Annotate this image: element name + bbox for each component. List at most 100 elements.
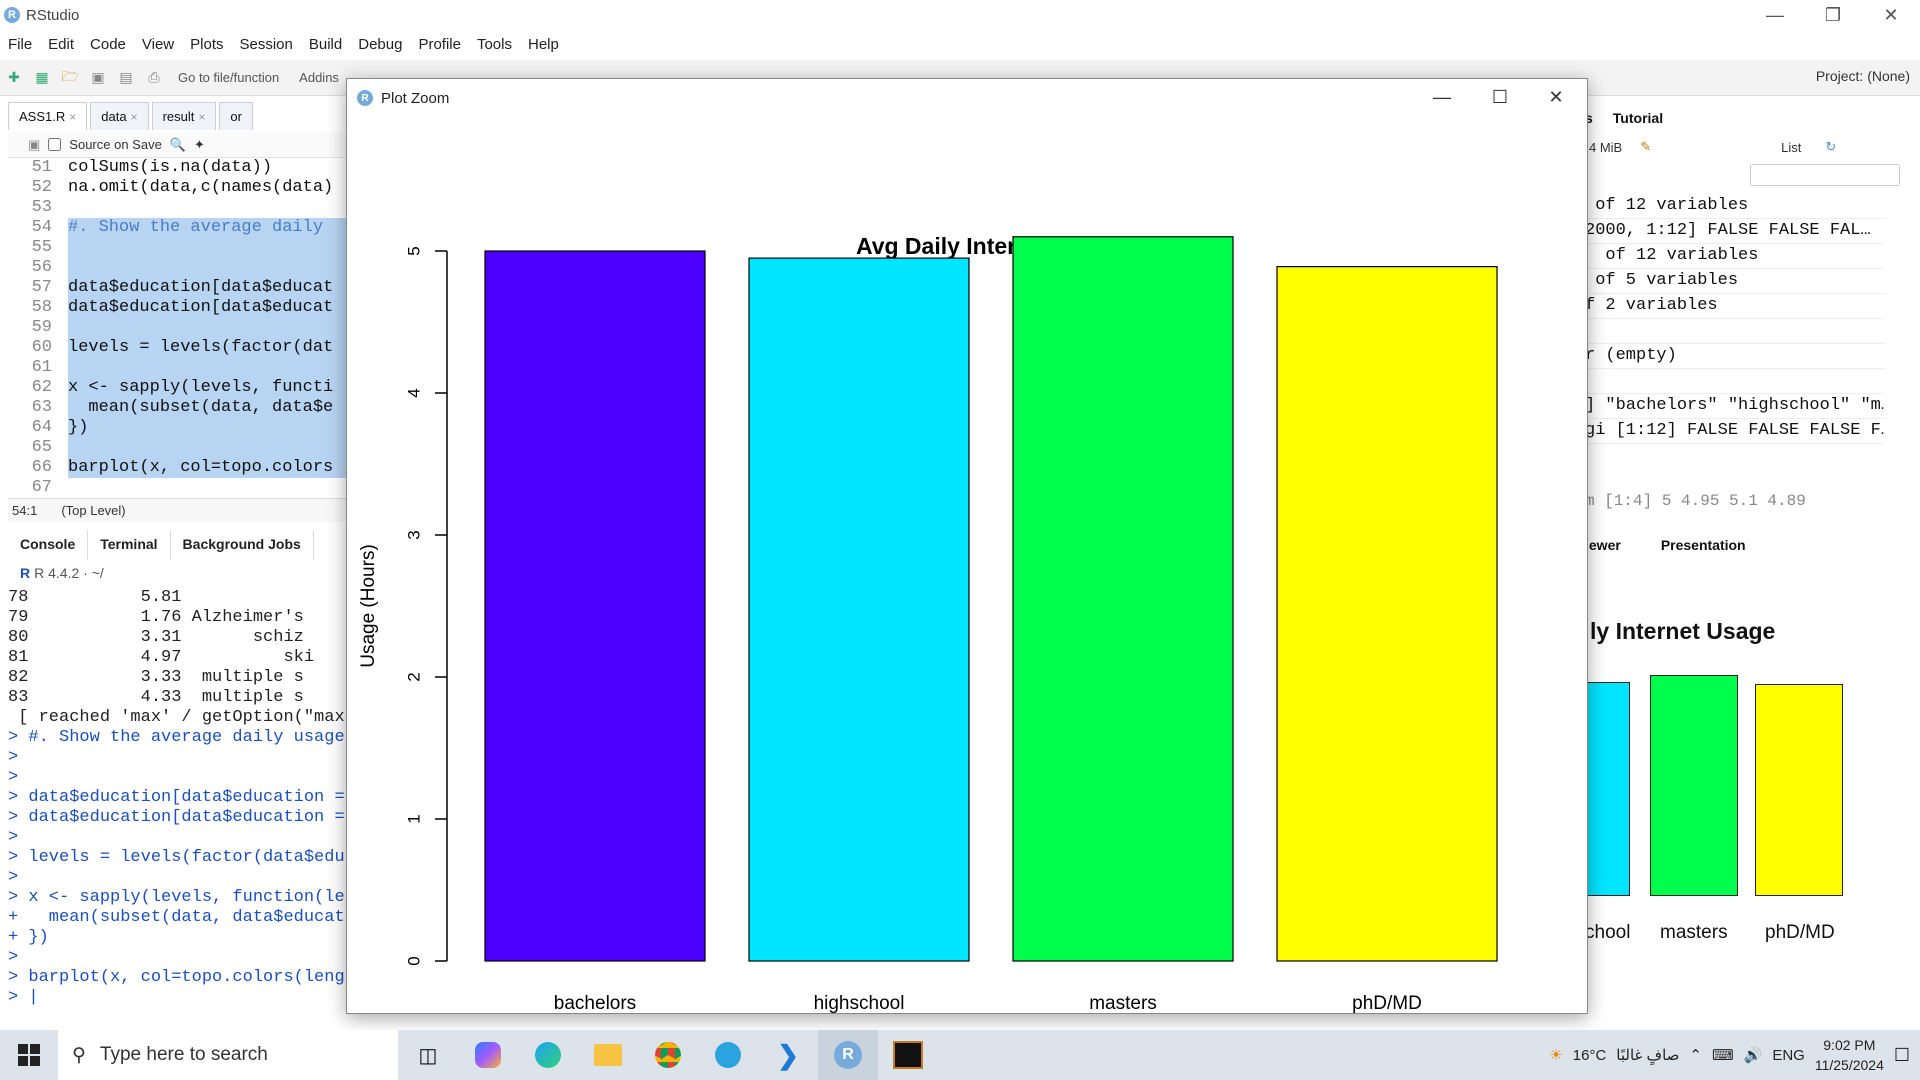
code-line[interactable]: 62 x <- sapply(levels, functi	[8, 378, 348, 398]
tab-viewer[interactable]: iewer	[1585, 537, 1621, 553]
close-tab-icon[interactable]: ×	[131, 110, 138, 124]
close-button[interactable]: ✕	[1531, 83, 1581, 111]
menu-session[interactable]: Session	[232, 36, 301, 53]
code-line[interactable]: 61	[8, 358, 348, 378]
environment-row[interactable]: of 5 variables	[1585, 269, 1885, 294]
tab-result[interactable]: result ×	[151, 102, 217, 130]
copilot-icon[interactable]	[458, 1030, 518, 1080]
vscode-icon[interactable]: ❯	[758, 1030, 818, 1080]
refresh-icon[interactable]: ↻	[1825, 139, 1836, 155]
clock[interactable]: 9:02 PM 11/25/2024	[1815, 1035, 1884, 1075]
code-line[interactable]: 66 barplot(x, col=topo.colors	[8, 458, 348, 478]
environment-row[interactable]: r (empty)	[1585, 344, 1885, 369]
memory-usage[interactable]: 4 MiB	[1589, 140, 1622, 155]
tab-ass1-r[interactable]: ASS1.R ×	[8, 102, 88, 130]
volume-icon[interactable]: 🔊	[1744, 1046, 1763, 1064]
code-line[interactable]: 65	[8, 438, 348, 458]
tab-terminal[interactable]: Terminal	[88, 530, 171, 560]
menu-help[interactable]: Help	[520, 36, 567, 53]
environment-row[interactable]: of 12 variables	[1585, 194, 1885, 219]
save-file-icon[interactable]: ▣	[28, 137, 40, 153]
code-line[interactable]: 52 na.omit(data,c(names(data)	[8, 178, 348, 198]
save-all-icon[interactable]: ▤	[116, 69, 136, 87]
code-line[interactable]: 59	[8, 318, 348, 338]
taskbar: ⚲ Type here to search ◫ ❯ R ☀ 16°C صافٍ …	[0, 1030, 1920, 1080]
code-line[interactable]: 56	[8, 258, 348, 278]
code-line[interactable]: 67	[8, 478, 348, 494]
print-icon[interactable]: ⎙	[144, 69, 164, 87]
menu-tools[interactable]: Tools	[469, 36, 520, 53]
menu-edit[interactable]: Edit	[40, 36, 82, 53]
broom-icon[interactable]: ✎	[1640, 139, 1651, 155]
weather-text[interactable]: صافٍ غالبًا	[1616, 1046, 1679, 1064]
code-line[interactable]: 53	[8, 198, 348, 218]
menu-code[interactable]: Code	[82, 36, 134, 53]
save-icon[interactable]: ▣	[88, 69, 108, 87]
new-project-icon[interactable]: ▦	[32, 69, 52, 87]
task-view-icon[interactable]: ◫	[398, 1030, 458, 1080]
tab-label: data	[101, 109, 127, 124]
audio-app-icon[interactable]	[878, 1030, 938, 1080]
chrome-icon[interactable]	[638, 1030, 698, 1080]
menu-file[interactable]: File	[0, 36, 40, 53]
project-menu[interactable]: Project: (None)	[1816, 68, 1910, 84]
environment-search-input[interactable]	[1750, 164, 1900, 186]
tab-or[interactable]: or	[219, 102, 253, 130]
environment-row[interactable]: ] "bachelors" "highschool" "m…	[1585, 394, 1885, 419]
weather-icon[interactable]: ☀	[1549, 1046, 1562, 1064]
menu-debug[interactable]: Debug	[350, 36, 410, 53]
tray-chevron-icon[interactable]: ⌃	[1689, 1046, 1702, 1064]
language-indicator[interactable]: ENG	[1772, 1047, 1805, 1064]
code-line[interactable]: 57 data$education[data$educat	[8, 278, 348, 298]
telegram-icon[interactable]	[698, 1030, 758, 1080]
code-editor[interactable]: 51 colSums(is.na(data)) 52 na.omit(data,c(n…	[8, 158, 348, 494]
code-line[interactable]: 60 levels = levels(factor(dat	[8, 338, 348, 358]
environment-row[interactable]: 2000, 1:12] FALSE FALSE FAL…	[1585, 219, 1885, 244]
environment-row[interactable]	[1585, 369, 1885, 394]
tab-data[interactable]: data ×	[90, 102, 149, 130]
network-icon[interactable]: ⌨	[1712, 1046, 1734, 1064]
view-mode-dropdown[interactable]: List	[1781, 140, 1801, 155]
tab-background-jobs[interactable]: Background Jobs	[171, 530, 314, 560]
code-line[interactable]: 63 mean(subset(data, data$e	[8, 398, 348, 418]
file-explorer-icon[interactable]	[578, 1030, 638, 1080]
menu-view[interactable]: View	[134, 36, 182, 53]
environment-row[interactable]: gi [1:12] FALSE FALSE FALSE F…	[1585, 419, 1885, 444]
weather-temp[interactable]: 16°C	[1573, 1047, 1607, 1064]
tab-tutorial[interactable]: Tutorial	[1613, 110, 1663, 126]
maximize-button[interactable]: ☐	[1475, 83, 1525, 111]
restore-button[interactable]: ❐	[1804, 0, 1862, 30]
tab-console[interactable]: Console	[8, 530, 89, 560]
close-tab-icon[interactable]: ×	[69, 110, 76, 124]
source-on-save-checkbox[interactable]	[48, 138, 62, 151]
close-button[interactable]: ✕	[1862, 0, 1920, 30]
menu-plots[interactable]: Plots	[182, 36, 231, 53]
menu-build[interactable]: Build	[301, 36, 350, 53]
environment-row[interactable]	[1585, 319, 1885, 344]
environment-row[interactable]: of 12 variables	[1585, 244, 1885, 269]
code-line[interactable]: 54 #. Show the average daily	[8, 218, 348, 238]
code-line[interactable]: 51 colSums(is.na(data))	[8, 158, 348, 178]
code-line[interactable]: 58 data$education[data$educat	[8, 298, 348, 318]
new-file-icon[interactable]: ✚	[4, 69, 24, 87]
code-line[interactable]: 55	[8, 238, 348, 258]
close-tab-icon[interactable]: ×	[198, 110, 205, 124]
code-line[interactable]: 64})	[8, 418, 348, 438]
scope-selector[interactable]: (Top Level)	[61, 503, 125, 518]
start-button[interactable]	[0, 1030, 58, 1080]
taskbar-search-box[interactable]: ⚲ Type here to search	[58, 1030, 398, 1080]
minimize-button[interactable]: —	[1746, 0, 1804, 30]
minimize-button[interactable]: —	[1417, 83, 1467, 111]
environment-row[interactable]: f 2 variables	[1585, 294, 1885, 319]
menu-profile[interactable]: Profile	[410, 36, 469, 53]
find-icon[interactable]: 🔍	[170, 137, 186, 153]
goto-file-input[interactable]: Go to file/function	[178, 70, 279, 85]
rstudio-taskbar-icon[interactable]: R	[818, 1030, 878, 1080]
notification-icon[interactable]: ☐	[1894, 1045, 1910, 1066]
addins-menu[interactable]: Addins	[299, 70, 339, 85]
code-tools-icon[interactable]: ✦	[194, 137, 205, 153]
edge-icon[interactable]	[518, 1030, 578, 1080]
tab-presentation[interactable]: Presentation	[1661, 537, 1746, 553]
open-file-icon[interactable]: 🗁	[60, 68, 80, 87]
console-output[interactable]: 78 5.81 79 1.76 Alzheimer's 80 3.31 schiz 8…	[8, 588, 348, 1018]
